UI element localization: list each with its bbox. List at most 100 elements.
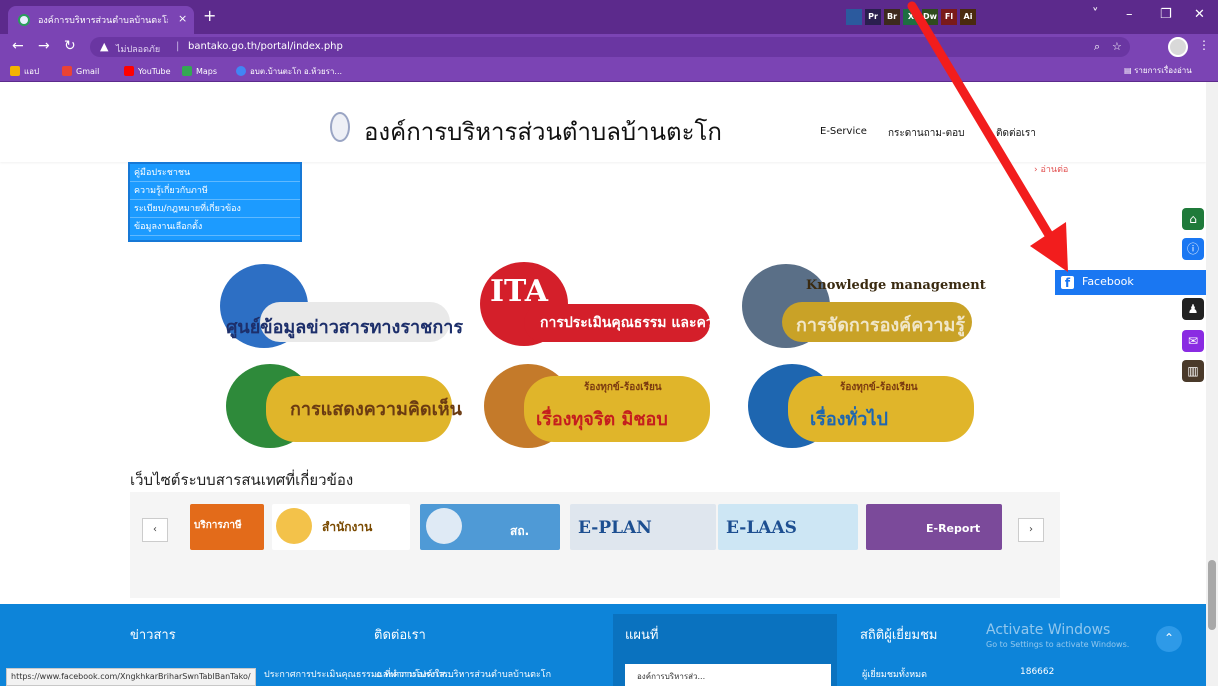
- dla-logo-icon: [426, 508, 462, 544]
- menu-item-election[interactable]: ข้อมูลงานเลือกตั้ง: [130, 218, 300, 236]
- banner-knowledge[interactable]: Knowledge management การจัดการองค์ความรู…: [742, 264, 986, 348]
- footer-stats-title: สถิติผู้เยี่ยมชม: [860, 628, 938, 643]
- banner-info-center[interactable]: ศูนย์ข้อมูลข่าวสารทางราชการ: [220, 264, 463, 348]
- user-icon[interactable]: ♟: [1182, 298, 1204, 320]
- nav-webboard[interactable]: กระดานถาม-ตอบ: [888, 126, 964, 141]
- menu-kebab-icon[interactable]: ⋮: [1198, 38, 1210, 52]
- bookmark-label: Maps: [196, 66, 218, 76]
- bookmark-maps[interactable]: Maps: [182, 64, 217, 78]
- activate-windows-watermark: Activate Windows Go to Settings to activ…: [986, 622, 1166, 649]
- taskbar-icon-0[interactable]: [846, 9, 862, 25]
- site-header: องค์การบริหารส่วนตำบลบ้านตะโก E-Service …: [0, 82, 1206, 162]
- reload-icon[interactable]: ↻: [64, 39, 76, 53]
- tab-search-button[interactable]: ˅: [1092, 7, 1099, 22]
- bookmark-label: อบต.บ้านตะโก อ.ห้วยรา...: [250, 66, 343, 76]
- related-site-label: E-LAAS: [726, 518, 797, 538]
- taskbar-icon-premiere[interactable]: Pr: [865, 9, 881, 25]
- gmail-icon: [62, 66, 72, 76]
- related-site-eplan[interactable]: E-PLAN: [570, 504, 716, 550]
- bookmark-youtube[interactable]: YouTube: [124, 64, 171, 78]
- site-title[interactable]: องค์การบริหารส่วนตำบลบ้านตะโก: [364, 112, 722, 151]
- maximize-button[interactable]: ❐: [1160, 7, 1172, 22]
- minimize-button[interactable]: –: [1126, 7, 1133, 22]
- scroll-top-button[interactable]: ⌃: [1156, 626, 1182, 652]
- taskbar-icon-bridge[interactable]: Br: [884, 9, 900, 25]
- banner-title: การจัดการองค์ความรู้: [796, 315, 966, 336]
- active-tab[interactable]: องค์การบริหารส่วนตำบลบ้านตะโก ×: [8, 6, 194, 34]
- maps-icon: [182, 66, 192, 76]
- address-bar[interactable]: ▲ ไม่ปลอดภัย | bantako.go.th/portal/inde…: [90, 37, 1130, 57]
- map-card[interactable]: องค์การบริหารส่ว...: [625, 664, 831, 686]
- carousel-next-button[interactable]: ›: [1018, 518, 1044, 542]
- bookmark-label: YouTube: [138, 66, 171, 76]
- separator: |: [176, 41, 180, 52]
- taskbar-icon-excel[interactable]: X: [903, 9, 919, 25]
- bookmark-bantako[interactable]: อบต.บ้านตะโก อ.ห้วยรา...: [236, 64, 342, 78]
- site-logo[interactable]: [330, 112, 350, 142]
- taskbar-icon-dreamweaver[interactable]: Dw: [922, 9, 938, 25]
- banner-kicker: ร้องทุกข์-ร้องเรียน: [840, 382, 918, 393]
- zoom-icon[interactable]: ⌕: [1094, 40, 1100, 54]
- nav-eservice[interactable]: E-Service: [820, 126, 867, 137]
- taskbar-icon-flash[interactable]: Fl: [941, 9, 957, 25]
- new-tab-button[interactable]: +: [203, 8, 216, 24]
- related-site-dla[interactable]: สถ.: [420, 504, 560, 550]
- bookmark-gmail[interactable]: Gmail: [62, 64, 99, 78]
- nav-contact[interactable]: ติดต่อเรา: [996, 126, 1036, 141]
- footer-map[interactable]: แผนที่ องค์การบริหารส่ว...: [613, 614, 837, 686]
- back-icon[interactable]: ←: [12, 39, 24, 53]
- banner-general[interactable]: ร้องทุกข์-ร้องเรียน เรื่องทั่วไป: [748, 364, 978, 448]
- info-dropdown-menu: คู่มือประชาชน ความรู้เกี่ยวกับภาษี ระเบี…: [128, 162, 302, 242]
- activate-subtitle: Go to Settings to activate Windows.: [986, 640, 1130, 649]
- menu-item-tax-knowledge[interactable]: ความรู้เกี่ยวกับภาษี: [130, 182, 300, 200]
- banner-opinion[interactable]: การแสดงความคิดเห็น: [226, 364, 462, 448]
- banner-corruption[interactable]: ร้องทุกข์-ร้องเรียน เรื่องทุจริต มิชอบ: [484, 364, 714, 448]
- bookmark-label: แอป: [24, 66, 40, 76]
- location-icon: ⌂: [376, 670, 385, 680]
- info-icon[interactable]: ⓘ: [1182, 238, 1204, 260]
- profile-avatar[interactable]: [1168, 37, 1188, 57]
- reading-list-button[interactable]: ▤ รายการเรื่องอ่าน: [1124, 64, 1192, 77]
- footer-contact-title: ติดต่อเรา: [374, 628, 426, 643]
- related-site-label: สำนักงาน: [322, 520, 373, 534]
- banner-ita[interactable]: ITA การประเมินคุณธรรม และความโปร่งใส: [480, 262, 777, 346]
- mail-icon[interactable]: ✉: [1182, 330, 1204, 352]
- related-sites-carousel: ‹ บริการภาษี สำนักงาน สถ. E-PLAN E-LAAS …: [130, 492, 1060, 598]
- read-more-link[interactable]: › อ่านต่อ: [1034, 162, 1068, 176]
- apps-grid-icon: [10, 66, 20, 76]
- menu-item-regulations[interactable]: ระเบียบ/กฎหมายที่เกี่ยวข้อง: [130, 200, 300, 218]
- url-text[interactable]: bantako.go.th/portal/index.php: [188, 41, 343, 52]
- menu-item-citizen-guide[interactable]: คู่มือประชาชน: [130, 164, 300, 182]
- related-site-elaas[interactable]: E-LAAS: [718, 504, 858, 550]
- carousel-prev-button[interactable]: ‹: [142, 518, 168, 542]
- scrollbar-thumb[interactable]: [1208, 560, 1216, 630]
- page-scrollbar[interactable]: [1206, 82, 1218, 686]
- bookmark-label: Gmail: [76, 66, 100, 76]
- close-window-button[interactable]: ✕: [1194, 7, 1205, 22]
- facebook-tab[interactable]: f Facebook: [1055, 270, 1206, 295]
- warning-icon[interactable]: ▲: [100, 40, 108, 53]
- taskbar-icon-illustrator[interactable]: Ai: [960, 9, 976, 25]
- activate-title: Activate Windows: [986, 622, 1111, 638]
- bookmarks-bar: แอป Gmail YouTube Maps อบต.บ้านตะโก อ.ห้…: [0, 60, 1218, 82]
- bookmark-apps[interactable]: แอป: [10, 64, 39, 78]
- footer-contact-address: ⌂ ที่ทำการองค์การบริหารส่วนตำบลบ้านตะโก: [376, 667, 551, 681]
- related-site-label: สถ.: [510, 524, 530, 538]
- google-icon: [236, 66, 246, 76]
- related-site-krisdika[interactable]: สำนักงาน: [272, 504, 410, 550]
- banner-title: ศูนย์ข้อมูลข่าวสารทางราชการ: [226, 317, 463, 338]
- forward-icon[interactable]: →: [38, 39, 50, 53]
- facebook-label: Facebook: [1082, 275, 1134, 288]
- facebook-icon: f: [1061, 276, 1074, 290]
- footer-stats-label: ผู้เยี่ยมชมทั้งหมด: [862, 670, 927, 680]
- toolbar: ← → ↻ ▲ ไม่ปลอดภัย | bantako.go.th/porta…: [0, 34, 1218, 60]
- reading-list-icon: ▤: [1124, 66, 1132, 75]
- home-icon[interactable]: ⌂: [1182, 208, 1204, 230]
- stats-icon[interactable]: ▥: [1182, 360, 1204, 382]
- tab-close-button[interactable]: ×: [178, 12, 187, 25]
- related-site-label: E-Report: [926, 522, 981, 535]
- related-site-tax[interactable]: บริการภาษี: [190, 504, 264, 550]
- youtube-icon: [124, 66, 134, 76]
- bookmark-star-icon[interactable]: ☆: [1112, 40, 1122, 53]
- related-site-ereport[interactable]: E-Report: [866, 504, 1002, 550]
